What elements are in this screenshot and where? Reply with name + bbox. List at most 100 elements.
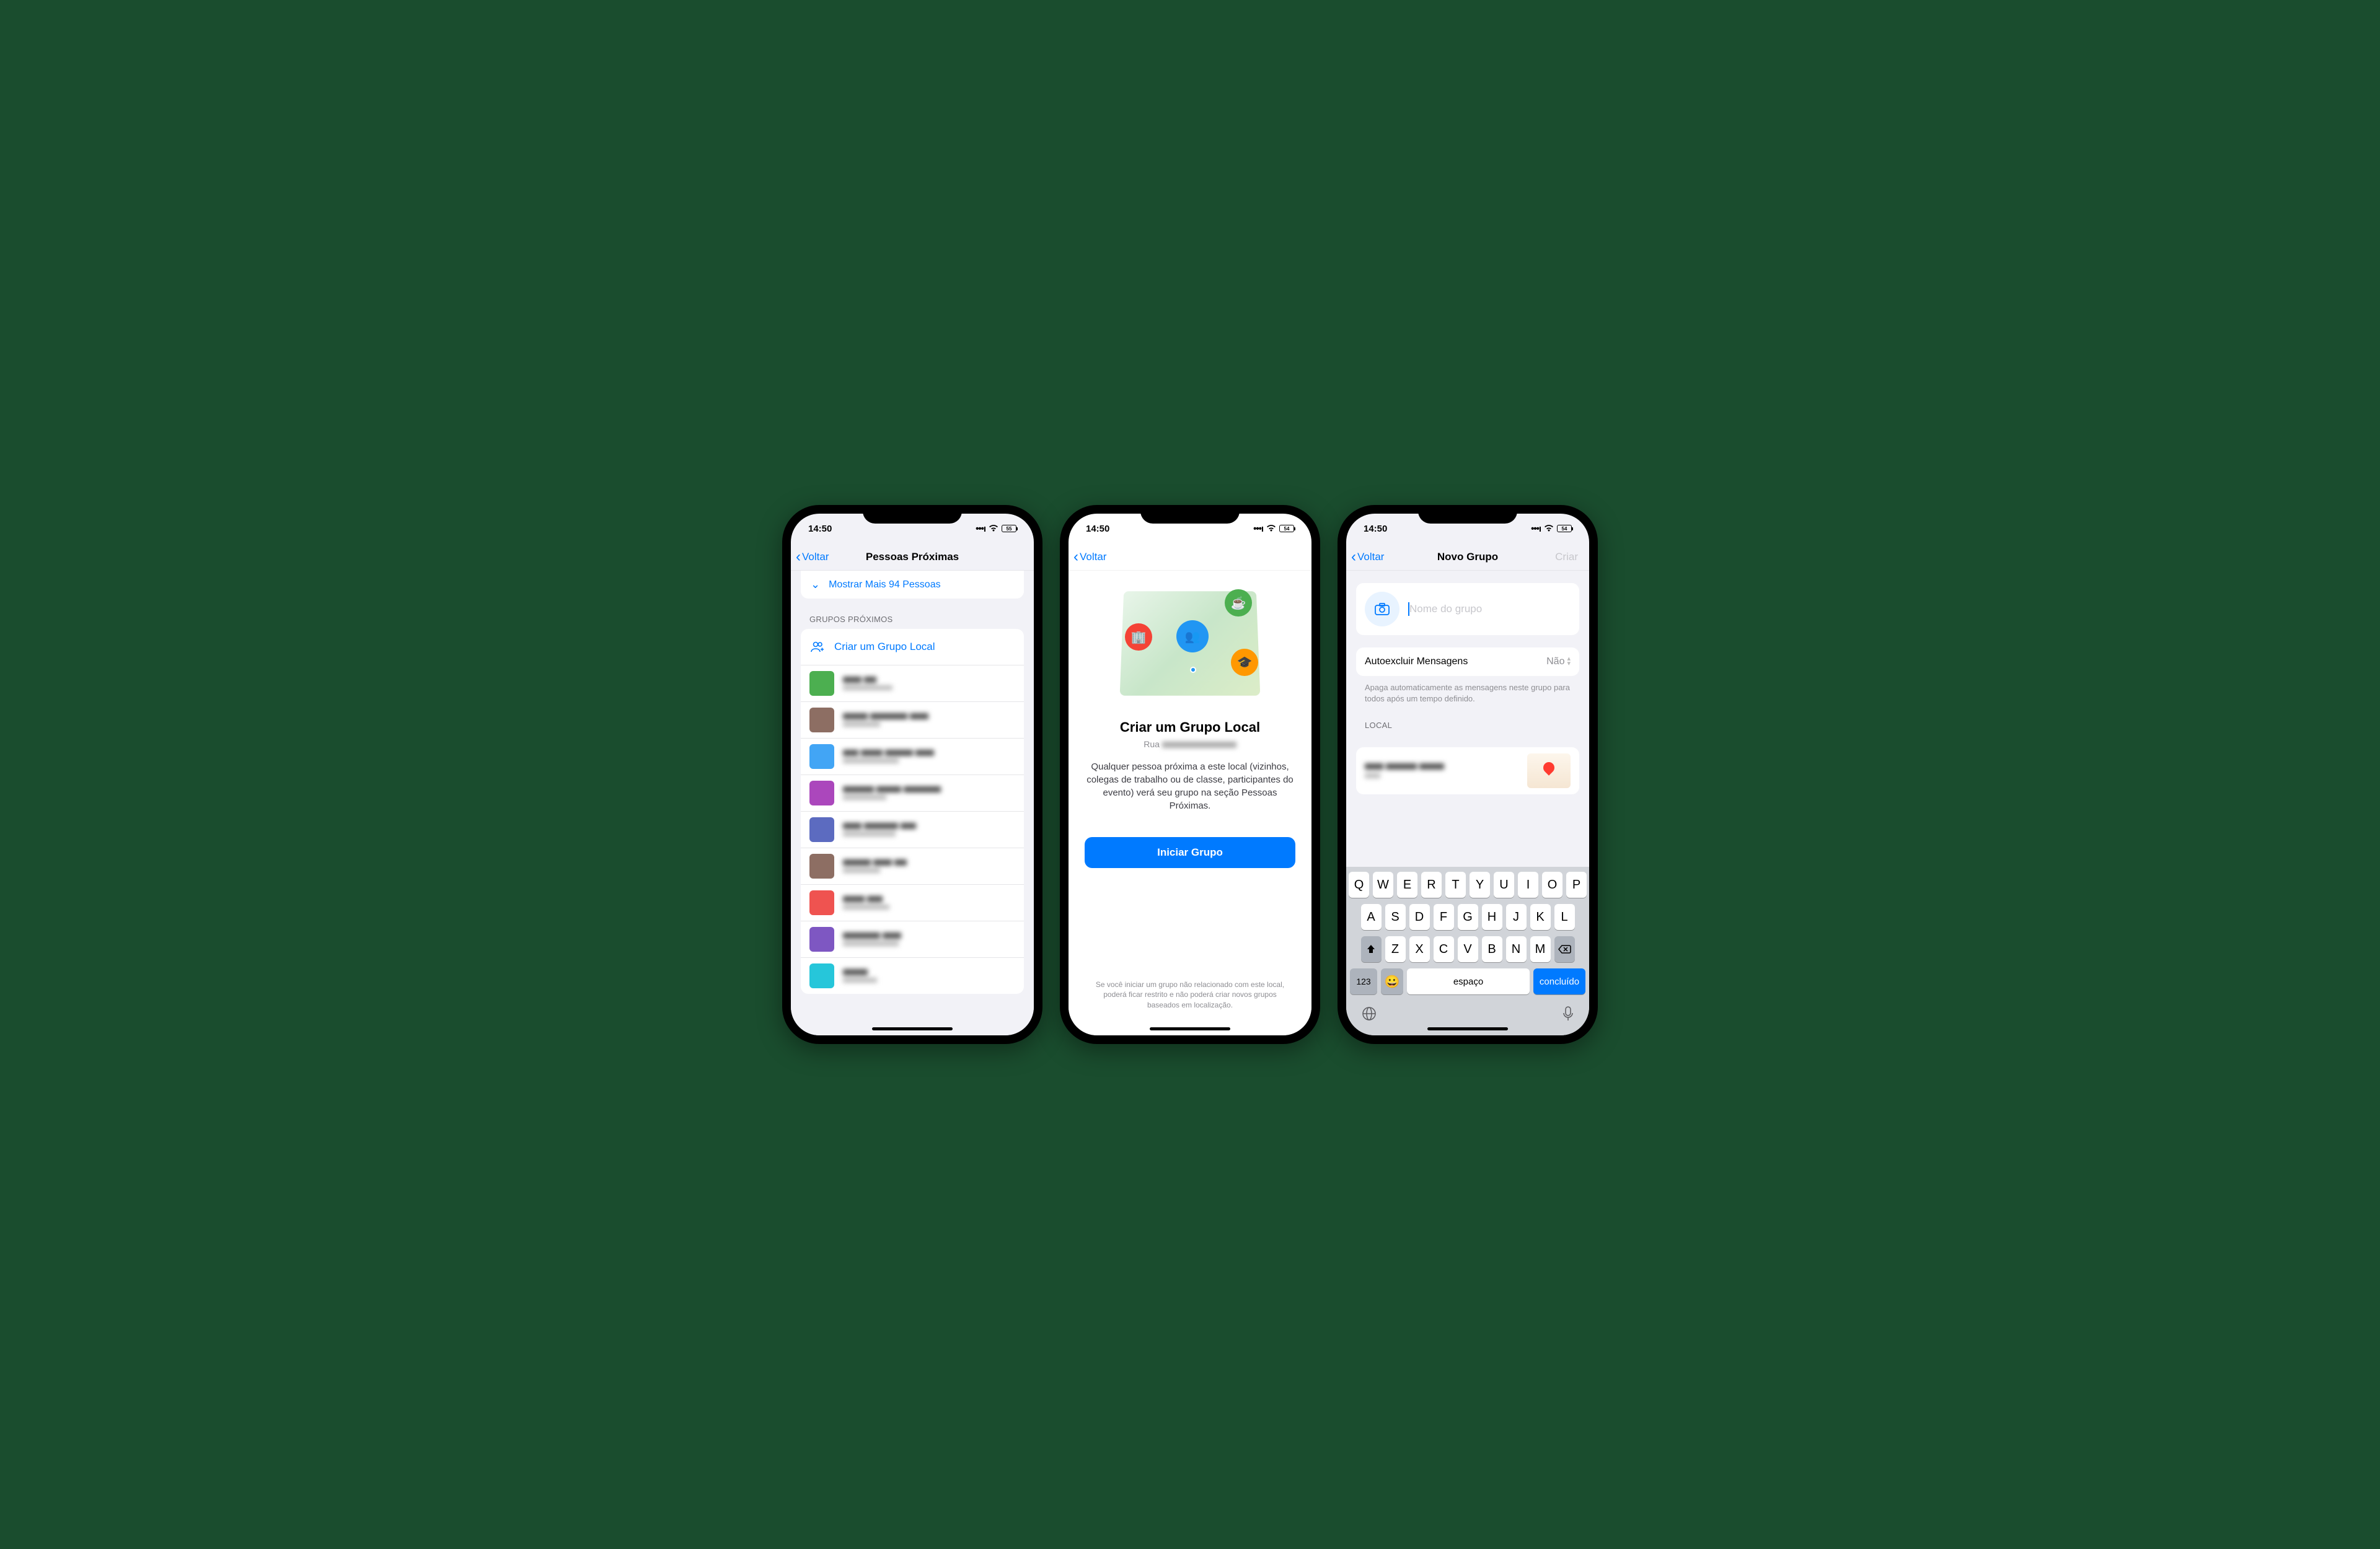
back-button[interactable]: ‹ Voltar <box>1351 550 1384 564</box>
key-w[interactable]: W <box>1373 872 1393 898</box>
emoji-key[interactable]: 😀 <box>1381 968 1403 994</box>
status-time: 14:50 <box>1086 524 1109 534</box>
pin-building-icon: 🏢 <box>1125 623 1152 651</box>
home-indicator[interactable] <box>1427 1027 1508 1030</box>
group-item[interactable] <box>801 957 1024 994</box>
key-m[interactable]: M <box>1530 936 1551 962</box>
group-item[interactable] <box>801 738 1024 774</box>
chevron-left-icon: ‹ <box>796 550 801 564</box>
wifi-icon <box>1266 525 1276 532</box>
status-right: 54 <box>1253 524 1294 534</box>
signal-icon <box>1531 524 1541 534</box>
key-x[interactable]: X <box>1409 936 1430 962</box>
wifi-icon <box>989 525 998 532</box>
create-local-group-button[interactable]: Criar um Grupo Local <box>801 629 1024 665</box>
create-local-label: Criar um Grupo Local <box>834 641 935 653</box>
status-right: 54 <box>1531 524 1572 534</box>
numbers-key[interactable]: 123 <box>1350 968 1377 994</box>
done-key[interactable]: concluído <box>1533 968 1585 994</box>
group-item[interactable] <box>801 884 1024 921</box>
phone-2: 14:50 54 ‹ Voltar ☕ 🏢 🎓 👥 Criar um Gr <box>1060 505 1320 1044</box>
key-k[interactable]: K <box>1530 904 1551 930</box>
autodelete-row[interactable]: Autoexcluir Mensagens Não ▴▾ <box>1356 647 1579 676</box>
globe-key[interactable] <box>1361 1006 1377 1022</box>
show-more-button[interactable]: ⌄ Mostrar Mais 94 Pessoas <box>801 571 1024 599</box>
mic-key[interactable] <box>1562 1006 1574 1022</box>
group-item[interactable] <box>801 665 1024 701</box>
signal-icon <box>976 524 985 534</box>
wifi-icon <box>1544 525 1554 532</box>
key-u[interactable]: U <box>1494 872 1514 898</box>
key-n[interactable]: N <box>1506 936 1527 962</box>
key-l[interactable]: L <box>1554 904 1575 930</box>
group-item[interactable] <box>801 811 1024 848</box>
key-p[interactable]: P <box>1566 872 1587 898</box>
phone-3: 14:50 54 ‹ Voltar Novo Grupo Criar <box>1338 505 1598 1044</box>
content: ⌄ Mostrar Mais 94 Pessoas GRUPOS PRÓXIMO… <box>791 571 1034 1035</box>
location-dot-icon <box>1190 667 1196 673</box>
nav-bar: ‹ Voltar Pessoas Próximas <box>791 543 1034 571</box>
nav-bar: ‹ Voltar Novo Grupo Criar <box>1346 543 1589 571</box>
group-item[interactable] <box>801 774 1024 811</box>
start-group-button[interactable]: Iniciar Grupo <box>1085 837 1295 868</box>
autodelete-value: Não ▴▾ <box>1546 656 1571 667</box>
key-a[interactable]: A <box>1361 904 1382 930</box>
section-header-local: LOCAL <box>1346 704 1589 735</box>
nav-bar: ‹ Voltar <box>1069 543 1311 571</box>
create-button-disabled[interactable]: Criar <box>1555 551 1584 563</box>
shift-key[interactable] <box>1361 936 1382 962</box>
group-item[interactable] <box>801 921 1024 957</box>
space-key[interactable]: espaço <box>1407 968 1530 994</box>
group-name-card <box>1356 583 1579 635</box>
key-i[interactable]: I <box>1518 872 1538 898</box>
key-g[interactable]: G <box>1458 904 1478 930</box>
hero-title: Criar um Grupo Local <box>1120 719 1260 735</box>
key-o[interactable]: O <box>1542 872 1562 898</box>
keyboard-row-4: 123 😀 espaço concluído <box>1349 968 1587 994</box>
group-name-input[interactable] <box>1409 603 1571 615</box>
people-plus-icon <box>809 641 826 653</box>
keyboard-row-3: ZXCVBNM <box>1349 936 1587 962</box>
hero-description: Qualquer pessoa próxima a este local (vi… <box>1085 760 1295 812</box>
back-button[interactable]: ‹ Voltar <box>796 550 829 564</box>
map-thumbnail <box>1527 753 1571 788</box>
back-label: Voltar <box>1357 551 1384 563</box>
street-blurred <box>1162 742 1236 748</box>
back-button[interactable]: ‹ Voltar <box>1073 550 1106 564</box>
key-j[interactable]: J <box>1506 904 1527 930</box>
key-z[interactable]: Z <box>1385 936 1406 962</box>
key-s[interactable]: S <box>1385 904 1406 930</box>
chevron-down-icon: ⌄ <box>811 578 820 591</box>
key-y[interactable]: Y <box>1470 872 1490 898</box>
key-e[interactable]: E <box>1397 872 1417 898</box>
notch <box>863 505 962 524</box>
key-h[interactable]: H <box>1482 904 1502 930</box>
key-b[interactable]: B <box>1482 936 1502 962</box>
group-item[interactable] <box>801 848 1024 884</box>
content: ☕ 🏢 🎓 👥 Criar um Grupo Local Rua Qualque… <box>1069 571 1311 1035</box>
screen-create-local-intro: 14:50 54 ‹ Voltar ☕ 🏢 🎓 👥 Criar um Gr <box>1069 514 1311 1035</box>
key-v[interactable]: V <box>1458 936 1478 962</box>
autodelete-hint: Apaga automaticamente as mensagens neste… <box>1346 676 1589 704</box>
location-card[interactable] <box>1356 747 1579 794</box>
key-f[interactable]: F <box>1434 904 1454 930</box>
key-q[interactable]: Q <box>1349 872 1369 898</box>
key-c[interactable]: C <box>1434 936 1454 962</box>
pin-education-icon: 🎓 <box>1231 649 1258 676</box>
status-right: 55 <box>976 524 1016 534</box>
group-photo-button[interactable] <box>1365 592 1399 626</box>
group-item[interactable] <box>801 701 1024 738</box>
hero-street: Rua <box>1144 739 1236 749</box>
key-d[interactable]: D <box>1409 904 1430 930</box>
backspace-key[interactable] <box>1554 936 1575 962</box>
phone-1: 14:50 55 ‹ Voltar Pessoas Próximas ⌄ Mos… <box>782 505 1042 1044</box>
section-header-groups: GRUPOS PRÓXIMOS <box>791 599 1034 629</box>
key-r[interactable]: R <box>1421 872 1442 898</box>
keyboard-row-2: ASDFGHJKL <box>1349 904 1587 930</box>
status-time: 14:50 <box>1364 524 1387 534</box>
home-indicator[interactable] <box>1150 1027 1230 1030</box>
status-time: 14:50 <box>808 524 832 534</box>
key-t[interactable]: T <box>1445 872 1466 898</box>
home-indicator[interactable] <box>872 1027 953 1030</box>
battery-icon: 54 <box>1279 525 1294 532</box>
